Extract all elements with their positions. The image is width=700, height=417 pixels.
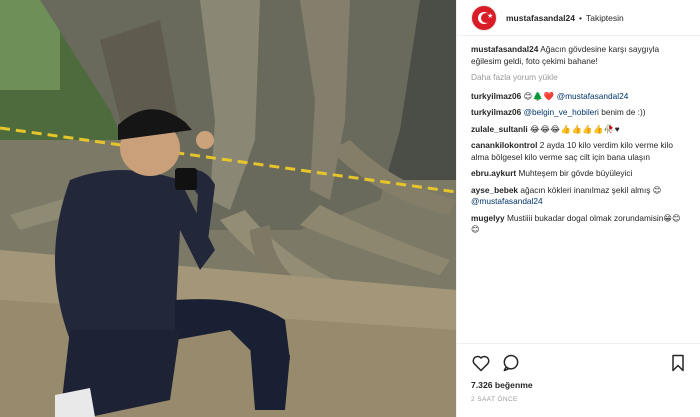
comment-icon[interactable]	[501, 353, 521, 373]
action-icons	[471, 352, 688, 374]
post-header: ★ mustafasandal24 • Takiptesin	[457, 0, 700, 36]
follow-status-button[interactable]: Takiptesin	[586, 13, 624, 23]
comment-username[interactable]: canankilokontrol	[471, 140, 537, 150]
list-item: turkyilmaz06 😊🌲❤️ @mustafasandal24	[471, 91, 688, 103]
list-item: turkyilmaz06 @belgin_ve_hobileri benim d…	[471, 107, 688, 119]
comment-mention[interactable]: @mustafasandal24	[471, 196, 543, 206]
caption: mustafasandal24 Ağacın gövdesine karşı s…	[471, 44, 688, 67]
comment-username[interactable]: mugelyy	[471, 213, 505, 223]
list-item: ayse_bebek ağacın kökleri inanılmaz şeki…	[471, 185, 688, 208]
comment-text: benim de :))	[601, 107, 646, 117]
post-panel: ★ mustafasandal24 • Takiptesin mustafasa…	[456, 0, 700, 417]
avatar[interactable]: ★	[471, 4, 497, 31]
comment-username[interactable]: ebru.aykurt	[471, 168, 516, 178]
header-username[interactable]: mustafasandal24	[506, 13, 575, 23]
photo-image	[0, 0, 456, 417]
comment-text: ağacın kökleri inanılmaz şekil almış 😊	[520, 184, 662, 195]
star-icon: ★	[487, 12, 494, 20]
comment-mention[interactable]: @mustafasandal24	[557, 91, 629, 101]
comment-username[interactable]: turkyilmaz06	[471, 107, 521, 117]
comment-emoji: 😊🌲❤️	[523, 90, 555, 101]
comment-mention[interactable]: @belgin_ve_hobileri	[524, 107, 599, 117]
comment-username[interactable]: zulale_sultanli	[471, 124, 528, 134]
separator-dot: •	[578, 12, 582, 23]
bookmark-icon[interactable]	[668, 353, 688, 373]
post-timestamp[interactable]: 2 SAAT ÖNCE	[471, 396, 688, 403]
list-item: ebru.aykurt Muhteşem bir gövde büyüleyic…	[471, 168, 688, 180]
post-photo[interactable]	[0, 0, 456, 417]
list-item: canankilokontrol 2 ayda 10 kilo verdim k…	[471, 140, 688, 163]
heart-icon[interactable]	[471, 353, 491, 373]
comment-username[interactable]: ayse_bebek	[471, 185, 518, 195]
post-actions: 7.326 beğenme 2 SAAT ÖNCE	[457, 343, 700, 417]
comment-emoji: 😂😂😂👍👍👍👍🥀♥	[530, 123, 621, 134]
likes-count[interactable]: 7.326 beğenme	[471, 380, 688, 390]
caption-username[interactable]: mustafasandal24	[471, 44, 538, 54]
comment-username[interactable]: turkyilmaz06	[471, 91, 521, 101]
comments-list: mustafasandal24 Ağacın gövdesine karşı s…	[457, 36, 700, 236]
comment-text: Muhteşem bir gövde büyüleyici	[518, 168, 633, 178]
list-item: mugelyy Mustiiii bukadar dogal olmak zor…	[471, 213, 688, 236]
load-more-comments-link[interactable]: Daha fazla yorum yükle	[471, 72, 688, 84]
list-item: zulale_sultanli 😂😂😂👍👍👍👍🥀♥	[471, 124, 688, 136]
